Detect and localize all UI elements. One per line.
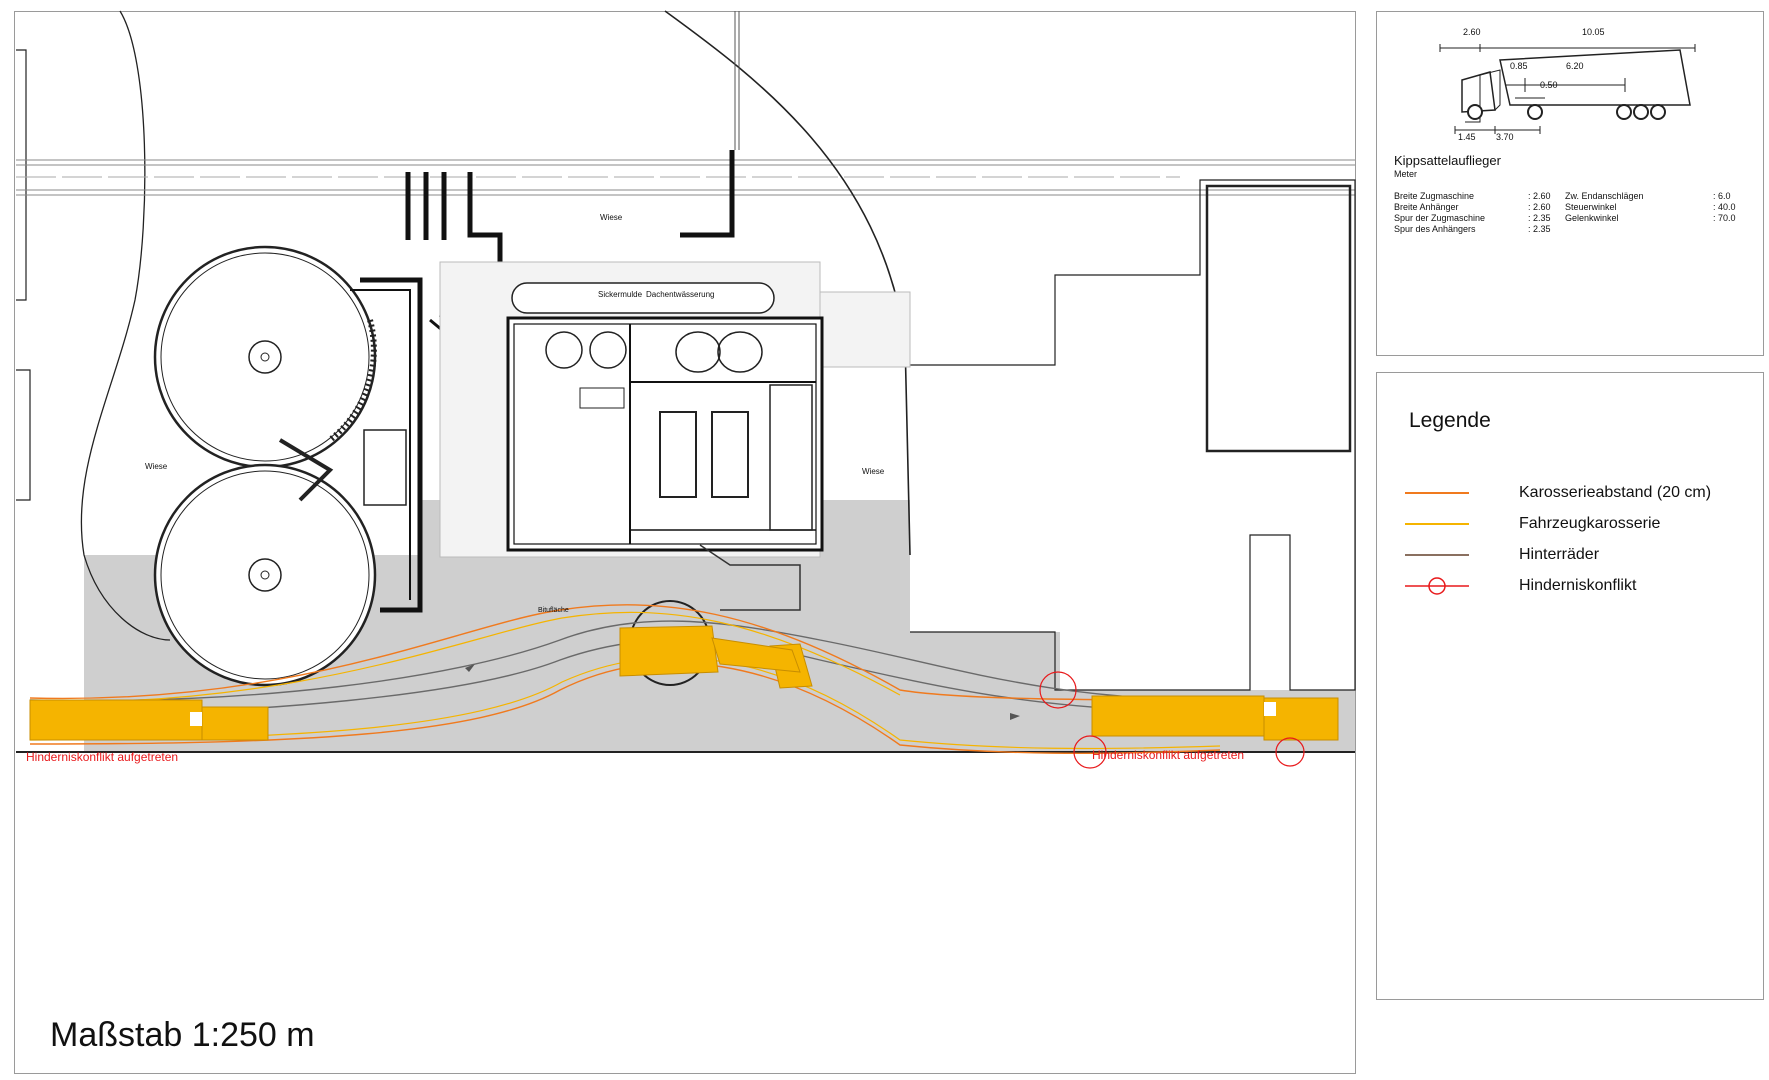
dim-total-length: 10.05 [1582, 27, 1605, 37]
conflict-label-left: Hinderniskonflikt aufgetreten [26, 750, 179, 764]
spec-label: Zw. Endanschlägen [1565, 191, 1644, 201]
spec-value: : 2.35 [1528, 224, 1551, 234]
specs-left-labels: Breite Zugmaschine Breite Anhänger Spur … [1394, 191, 1485, 235]
clearance-line-icon [1405, 483, 1469, 503]
meadow-boundary-left [80, 10, 171, 641]
specs-right-values: : 6.0 : 40.0 : 70.0 [1713, 191, 1736, 224]
tank-lower [153, 463, 377, 687]
spec-value: : 2.60 [1528, 202, 1551, 212]
label-wiese-right: Wiese [862, 467, 885, 476]
legend-label: Hinterräder [1519, 546, 1600, 563]
scale-label: Maßstab 1:250 m [50, 1016, 315, 1054]
label-sickermulde: Sickermulde [598, 290, 643, 299]
spec-label: Steuerwinkel [1565, 202, 1617, 212]
sickermulde-basin [511, 282, 775, 314]
legend-label: Hinderniskonflikt [1519, 577, 1637, 594]
spec-value: : 70.0 [1713, 213, 1736, 223]
legend-label: Fahrzeugkarosserie [1519, 515, 1661, 532]
legend-item-rear-wheels: Hinterräder [1405, 545, 1599, 565]
spec-value: : 2.60 [1528, 191, 1551, 201]
label-dachentwaesserung: Dachentwässerung [646, 290, 715, 299]
legend-label: Karosserieabstand (20 cm) [1519, 484, 1712, 501]
spec-value: : 6.0 [1713, 191, 1731, 201]
vehicle-unit: Meter [1394, 169, 1418, 179]
rear-wheel-line-icon [1405, 545, 1469, 565]
dim-offset-a: 0.85 [1510, 61, 1528, 71]
label-wiese-top: Wiese [600, 213, 623, 222]
dim-wheelbase: 3.70 [1496, 132, 1514, 142]
body-line-icon [1405, 514, 1469, 534]
vehicle-right [1091, 695, 1339, 741]
spec-value: : 2.35 [1528, 213, 1551, 223]
specs-right-labels: Zw. Endanschlägen Steuerwinkel Gelenkwin… [1565, 191, 1644, 224]
spec-label: Breite Zugmaschine [1394, 191, 1475, 201]
legend-item-conflict: Hinderniskonflikt [1405, 576, 1636, 596]
legend-item-body: Fahrzeugkarosserie [1405, 514, 1660, 534]
spec-label: Spur der Zugmaschine [1394, 213, 1486, 223]
legend-panel [1376, 372, 1764, 1000]
label-wiese-left: Wiese [145, 462, 168, 471]
conflict-circle-icon [1405, 576, 1469, 596]
dim-cab-length: 2.60 [1463, 27, 1481, 37]
spec-label: Gelenkwinkel [1565, 213, 1619, 223]
building-right-outline [910, 179, 1356, 691]
spec-value: : 40.0 [1713, 202, 1736, 212]
legend-item-clearance: Karosserieabstand (20 cm) [1405, 483, 1711, 503]
conflict-label-right: Hinderniskonflikt aufgetreten [1092, 748, 1245, 762]
vehicle-title: Kippsattelauflieger [1394, 153, 1501, 168]
dim-front-overhang: 1.45 [1458, 132, 1476, 142]
spec-label: Breite Anhänger [1394, 202, 1459, 212]
specs-left-values: : 2.60 : 2.60 : 2.35 : 2.35 [1528, 191, 1551, 235]
label-bitumen: Bitufläche [538, 607, 569, 614]
dim-offset-b: 0.50 [1540, 80, 1558, 90]
building-right [1205, 184, 1352, 453]
tank-upper [153, 245, 377, 469]
main-building [506, 316, 824, 552]
dim-trailer-length: 6.20 [1566, 61, 1584, 71]
legend-title: Legende [1409, 409, 1491, 432]
spec-label: Spur des Anhängers [1394, 224, 1476, 234]
equipment-hut [363, 429, 407, 506]
